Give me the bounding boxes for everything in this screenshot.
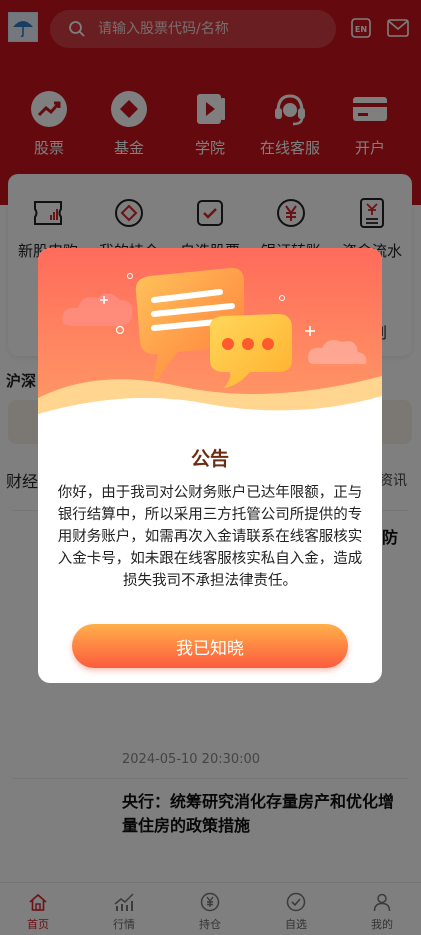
- announcement-modal: 公告 你好，由于我司对公财务账户已达年限额，正与银行结算中，所以采用三方托管公司…: [38, 248, 382, 683]
- announcement-illustration: [38, 248, 382, 438]
- app-page: EN 股票 基金: [0, 0, 421, 935]
- modal-title: 公告: [190, 448, 229, 470]
- modal-body: 你好，由于我司对公财务账户已达年限额，正与银行结算中，所以采用三方托管公司所提供…: [57, 485, 363, 589]
- acknowledge-button[interactable]: 我已知晓: [72, 624, 348, 668]
